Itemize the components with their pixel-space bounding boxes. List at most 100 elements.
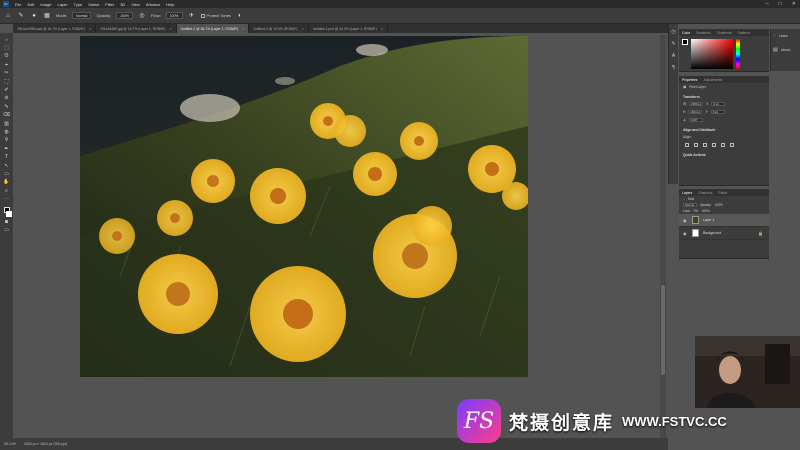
document-image-flowers[interactable] (80, 36, 528, 377)
hue-slider[interactable] (736, 39, 740, 69)
minimize-button[interactable]: ─ (765, 1, 769, 7)
menu-help[interactable]: Help (166, 2, 174, 7)
doc-tab-3-active[interactable]: Untitled-2 @ 36.1% (Layer 1, RGB/8*) × (176, 24, 250, 33)
align-center-icon[interactable] (694, 143, 698, 147)
align-left-icon[interactable] (685, 143, 689, 147)
align-top-icon[interactable] (712, 143, 716, 147)
align-right-icon[interactable] (703, 143, 707, 147)
quick-mask-icon[interactable]: ◙ (2, 218, 11, 225)
eyedropper-tool-icon[interactable]: ✐ (2, 86, 11, 93)
height-field[interactable]: 1624 px (688, 110, 703, 114)
pressure-size-icon[interactable]: ◐ (236, 12, 244, 20)
visibility-eye-icon[interactable]: ◉ (683, 231, 688, 236)
zoom-level[interactable]: 36.14% (4, 442, 16, 446)
angle-field[interactable]: 0.00° (689, 118, 704, 122)
close-tab-icon[interactable]: × (89, 26, 91, 31)
crop-tool-icon[interactable]: ✂ (2, 70, 11, 77)
menu-filter[interactable]: Filter (105, 2, 114, 7)
airbrush-icon[interactable]: ✈ (188, 12, 196, 20)
more-tools-icon[interactable]: ⋯ (2, 195, 11, 202)
align-middle-icon[interactable] (721, 143, 725, 147)
menu-select[interactable]: Select (88, 2, 99, 7)
move-tool-icon[interactable]: ⇔ (2, 36, 11, 43)
x-field[interactable]: 0 px (711, 102, 726, 106)
marquee-tool-icon[interactable]: ⬚ (2, 44, 11, 51)
doc-tab-5[interactable]: Untitled-1.psd @ 44.2% (Layer 1, RGB/8*)… (309, 24, 388, 33)
protect-tones-checkbox[interactable]: Protect Tones (200, 13, 231, 18)
close-tab-icon[interactable]: × (242, 26, 244, 31)
menu-image[interactable]: Image (40, 2, 51, 7)
menu-view[interactable]: View (131, 2, 140, 7)
dodge-tool-icon[interactable]: ⚲ (2, 137, 11, 144)
layer-name[interactable]: Background (703, 231, 721, 235)
blur-tool-icon[interactable]: ◍ (2, 128, 11, 135)
tab-patterns[interactable]: Patterns (738, 31, 751, 35)
canvas-area[interactable] (13, 33, 668, 438)
background-color-swatch[interactable] (6, 210, 12, 217)
rectangle-tool-icon[interactable]: ▭ (2, 170, 11, 177)
menu-type[interactable]: Type (74, 2, 83, 7)
hand-tool-icon[interactable]: ✋ (2, 179, 11, 186)
zoom-tool-icon[interactable]: ⌕ (2, 187, 11, 194)
layer-name[interactable]: Layer 1 (703, 218, 714, 222)
close-button[interactable]: ✕ (792, 1, 796, 7)
canvas-vertical-scrollbar[interactable] (660, 35, 666, 440)
color-picker-field[interactable] (691, 39, 733, 69)
tab-properties[interactable]: Properties (682, 78, 697, 82)
screen-mode-icon[interactable]: ▭ (2, 226, 11, 233)
menu-edit[interactable]: Edit (27, 2, 34, 7)
tab-paths[interactable]: Paths (719, 191, 728, 195)
pressure-opacity-icon[interactable]: ◎ (138, 12, 146, 20)
layer-row-layer-1[interactable]: ◉ Layer 1 (679, 214, 769, 227)
y-field[interactable]: 0 px (710, 110, 725, 114)
close-tab-icon[interactable]: × (169, 26, 171, 31)
menu-layer[interactable]: Layer (57, 2, 67, 7)
brush-settings-panel-icon[interactable]: ✎ (671, 41, 675, 47)
doc-tab-1[interactable]: 2W1A4498b.psd @ 16.7% (Layer 1, RGB/8*) × (13, 24, 97, 33)
close-tab-icon[interactable]: × (302, 26, 304, 31)
brush-size-icon[interactable]: ● (30, 12, 38, 20)
tab-channels[interactable]: Channels (698, 191, 712, 195)
mode-select[interactable]: Normal (72, 12, 92, 19)
tab-gradients[interactable]: Gradients (717, 31, 732, 35)
kind-filter[interactable]: Kind (688, 197, 694, 201)
doc-tab-4[interactable]: Untitled-3 @ 19.3% (RGB/8*) × (249, 24, 309, 33)
align-bottom-icon[interactable] (730, 143, 734, 147)
lasso-tool-icon[interactable]: ʘ (2, 53, 11, 60)
gradient-tool-icon[interactable]: ▥ (2, 120, 11, 127)
flow-field[interactable]: 100% (165, 12, 183, 19)
quick-select-tool-icon[interactable]: ⌖ (2, 61, 11, 68)
learn-item[interactable]: ◌ Learn (771, 29, 800, 43)
frame-tool-icon[interactable]: ⛶ (2, 78, 11, 85)
close-tab-icon[interactable]: × (381, 26, 383, 31)
libraries-item[interactable]: ▤ Librari... (771, 43, 800, 57)
opacity-field[interactable]: 100% (116, 12, 134, 19)
tab-adjustments[interactable]: Adjustments (703, 78, 722, 82)
blend-mode-select[interactable]: Normal (683, 203, 697, 207)
maximize-button[interactable]: □ (779, 1, 782, 7)
character-icon[interactable]: A (672, 53, 675, 59)
menu-3d[interactable]: 3D (120, 2, 125, 7)
scrollbar-thumb[interactable] (661, 285, 665, 375)
doc-tab-2[interactable]: 2W1A4489.jpg @ 16.7% (Layer 1, RGB/8*) × (96, 24, 177, 33)
width-field[interactable]: 2000 px (689, 102, 704, 106)
tab-color[interactable]: Color (682, 31, 690, 35)
menu-window[interactable]: Window (146, 2, 160, 7)
home-icon[interactable]: ⌂ (4, 12, 12, 20)
layer-row-background[interactable]: ◉ Background 🔒 (679, 227, 769, 240)
layer-opacity-value[interactable]: 100% (715, 203, 723, 207)
healing-tool-icon[interactable]: ⊘ (2, 95, 11, 102)
panel-foreground-swatch[interactable] (682, 39, 688, 45)
visibility-eye-icon[interactable]: ◉ (683, 218, 688, 223)
brush-settings-icon[interactable]: ▦ (43, 12, 51, 20)
tab-layers[interactable]: Layers (682, 191, 692, 195)
type-tool-icon[interactable]: T (2, 153, 11, 160)
path-selection-tool-icon[interactable]: ↖ (2, 162, 11, 169)
tab-swatches[interactable]: Swatches (696, 31, 711, 35)
menu-file[interactable]: File (15, 2, 21, 7)
brush-tool-icon[interactable]: ✎ (2, 103, 11, 110)
brush-tool-preset-icon[interactable]: ✎ (17, 12, 25, 20)
history-icon[interactable]: ◷ (671, 29, 675, 35)
eraser-tool-icon[interactable]: ⌫ (2, 112, 11, 119)
fill-value[interactable]: 100% (702, 209, 710, 213)
